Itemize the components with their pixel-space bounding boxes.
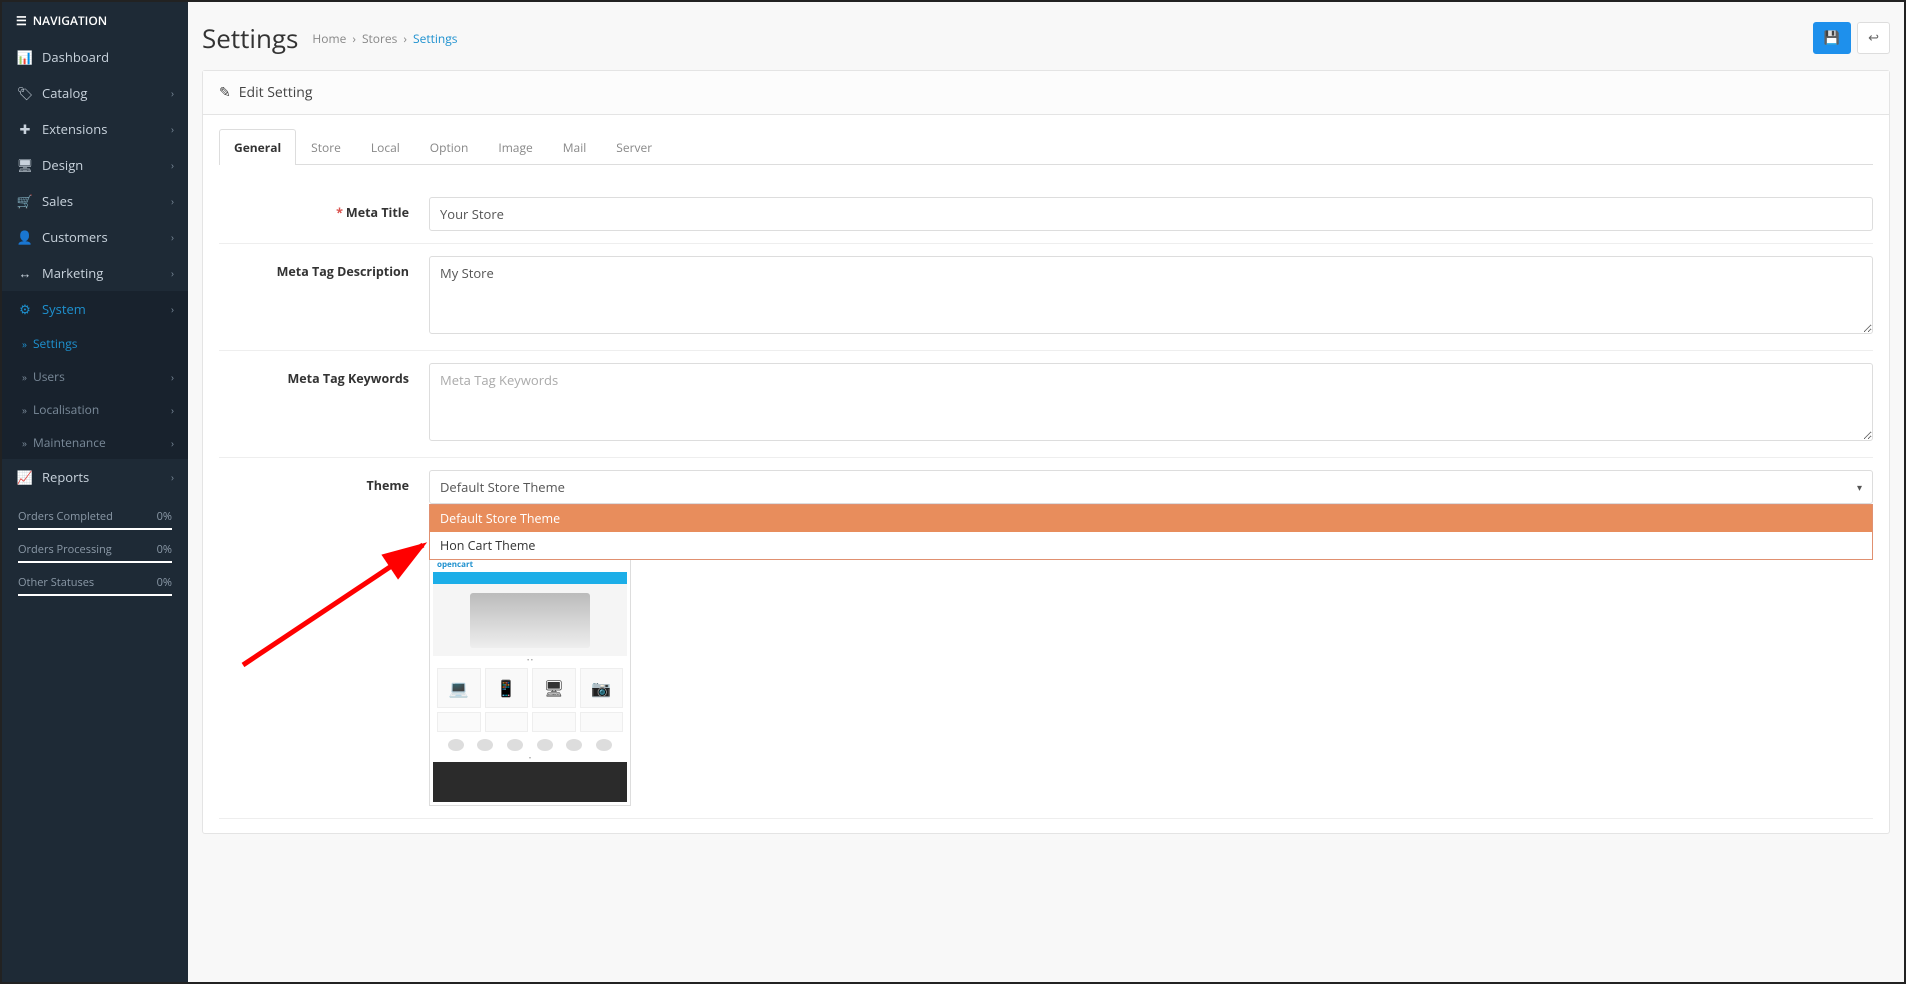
arrow-icon: » <box>22 436 27 450</box>
stat-value: 0% <box>157 542 172 557</box>
chevron-right-icon: › <box>171 266 174 280</box>
puzzle-icon: ✚ <box>16 120 34 138</box>
back-icon: ↩ <box>1868 30 1879 46</box>
navigation-title: NAVIGATION <box>33 12 107 29</box>
sidebar-item-label: Maintenance <box>33 434 106 451</box>
chevron-right-icon: › <box>171 194 174 208</box>
chevron-right-icon: › <box>171 86 174 100</box>
stat-orders-processing: Orders Processing 0% <box>18 542 172 563</box>
breadcrumb-home[interactable]: Home <box>312 30 346 47</box>
sidebar-item-label: Customers <box>42 228 108 246</box>
stat-label: Orders Completed <box>18 509 113 524</box>
theme-option-default[interactable]: Default Store Theme <box>430 505 1872 532</box>
sidebar-item-label: Settings <box>33 335 78 352</box>
chevron-right-icon: › <box>171 403 174 417</box>
meta-description-textarea[interactable]: My Store <box>429 256 1873 334</box>
sidebar-item-dashboard[interactable]: 📊 Dashboard <box>2 39 188 75</box>
cancel-button[interactable]: ↩ <box>1857 22 1890 54</box>
sidebar-item-label: Sales <box>42 192 73 210</box>
chevron-right-icon: › <box>171 436 174 450</box>
chevron-right-icon: › <box>171 230 174 244</box>
breadcrumb: Home› Stores› Settings <box>312 30 457 47</box>
stat-other-statuses: Other Statuses 0% <box>18 575 172 596</box>
save-button[interactable]: 💾 <box>1813 22 1851 54</box>
dashboard-icon: 📊 <box>16 48 34 66</box>
sidebar-item-design[interactable]: 🖥 Design › <box>2 147 188 183</box>
theme-select[interactable]: Default Store Theme ▾ <box>429 470 1873 504</box>
tab-general[interactable]: General <box>219 129 296 165</box>
sidebar-item-sales[interactable]: 🛒 Sales › <box>2 183 188 219</box>
sidebar-header: ☰ NAVIGATION <box>2 2 188 39</box>
page-title: Settings <box>202 20 298 56</box>
sidebar-item-system[interactable]: ⚙ System › <box>2 291 188 327</box>
tab-server[interactable]: Server <box>601 129 667 165</box>
sidebar-item-label: Catalog <box>42 84 87 102</box>
sidebar-subitem-maintenance[interactable]: » Maintenance › <box>2 426 188 459</box>
meta-title-input[interactable] <box>429 197 1873 231</box>
theme-dropdown: Default Store Theme Hon Cart Theme <box>429 504 1873 560</box>
sidebar-item-label: System <box>42 300 86 318</box>
tab-store[interactable]: Store <box>296 129 356 165</box>
label-meta-description: Meta Tag Description <box>219 256 429 338</box>
sidebar-subitem-settings[interactable]: » Settings <box>2 327 188 360</box>
stat-label: Other Statuses <box>18 575 94 590</box>
sidebar-item-label: Dashboard <box>42 48 109 66</box>
theme-option-honcart[interactable]: Hon Cart Theme <box>430 532 1872 559</box>
arrow-icon: » <box>22 403 27 417</box>
chevron-right-icon: › <box>171 158 174 172</box>
arrow-icon: » <box>22 337 27 351</box>
breadcrumb-stores[interactable]: Stores <box>362 30 397 47</box>
arrow-icon: » <box>22 370 27 384</box>
sidebar-item-label: Marketing <box>42 264 103 282</box>
sidebar-subitem-localisation[interactable]: » Localisation › <box>2 393 188 426</box>
label-meta-keywords: Meta Tag Keywords <box>219 363 429 445</box>
gear-icon: ⚙ <box>16 300 34 318</box>
sidebar-item-label: Design <box>42 156 83 174</box>
sidebar-subitem-users[interactable]: » Users › <box>2 360 188 393</box>
tab-option[interactable]: Option <box>415 129 484 165</box>
theme-preview-image: opencart • • 💻 📱 🖥 📷 <box>429 540 631 806</box>
stat-orders-completed: Orders Completed 0% <box>18 509 172 530</box>
breadcrumb-settings[interactable]: Settings <box>413 30 458 47</box>
label-meta-title: *Meta Title <box>219 197 429 231</box>
sidebar-item-label: Reports <box>42 468 89 486</box>
tag-icon: 🏷 <box>16 84 34 102</box>
tab-mail[interactable]: Mail <box>548 129 602 165</box>
share-icon: ↔ <box>16 264 34 282</box>
tab-local[interactable]: Local <box>356 129 415 165</box>
chevron-right-icon: › <box>171 470 174 484</box>
hamburger-icon[interactable]: ☰ <box>16 12 27 29</box>
user-icon: 👤 <box>16 228 34 246</box>
chevron-right-icon: › <box>171 122 174 136</box>
panel-heading: ✎ Edit Setting <box>203 71 1889 115</box>
sidebar-item-reports[interactable]: 📈 Reports › <box>2 459 188 495</box>
panel-title: Edit Setting <box>239 83 313 102</box>
monitor-icon: 🖥 <box>16 156 34 174</box>
sidebar-item-label: Localisation <box>33 401 99 418</box>
sidebar-item-extensions[interactable]: ✚ Extensions › <box>2 111 188 147</box>
stat-label: Orders Processing <box>18 542 112 557</box>
sidebar-item-label: Extensions <box>42 120 107 138</box>
sidebar-item-label: Users <box>33 368 65 385</box>
chevron-right-icon: › <box>171 302 174 316</box>
chart-icon: 📈 <box>16 468 34 486</box>
label-theme: Theme <box>219 470 429 806</box>
tab-image[interactable]: Image <box>483 129 547 165</box>
caret-down-icon: ▾ <box>1857 480 1862 494</box>
meta-keywords-textarea[interactable] <box>429 363 1873 441</box>
sidebar-item-marketing[interactable]: ↔ Marketing › <box>2 255 188 291</box>
theme-select-value: Default Store Theme <box>440 478 565 496</box>
stat-value: 0% <box>157 509 172 524</box>
stat-value: 0% <box>157 575 172 590</box>
sidebar-item-catalog[interactable]: 🏷 Catalog › <box>2 75 188 111</box>
save-icon: 💾 <box>1824 30 1840 46</box>
pencil-icon: ✎ <box>219 83 231 102</box>
cart-icon: 🛒 <box>16 192 34 210</box>
chevron-right-icon: › <box>171 370 174 384</box>
sidebar-item-customers[interactable]: 👤 Customers › <box>2 219 188 255</box>
